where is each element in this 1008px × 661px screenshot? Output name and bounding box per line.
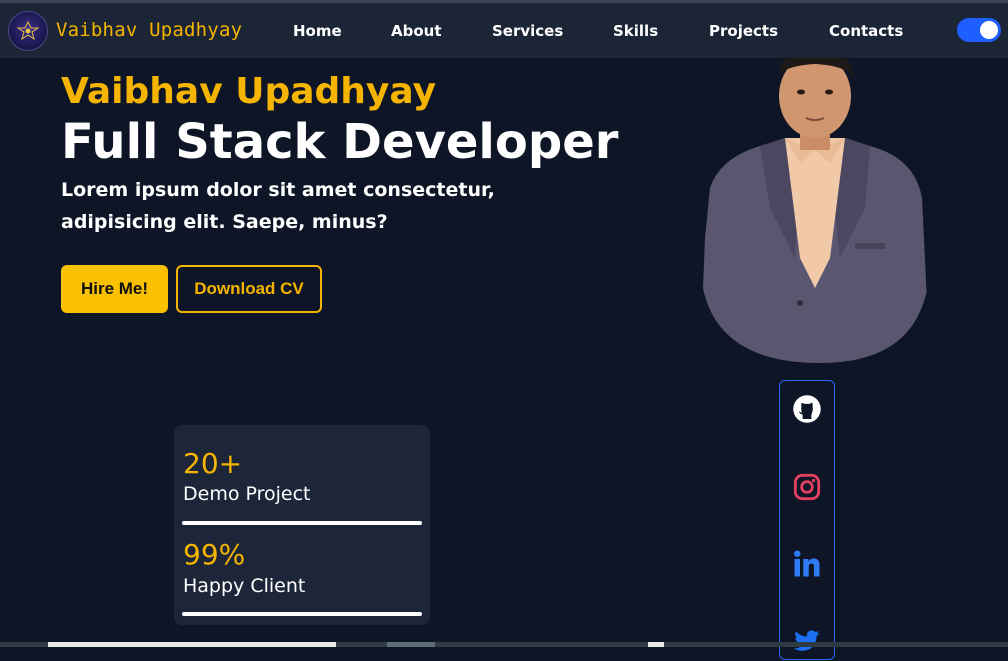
stat-divider <box>182 521 422 525</box>
brand-name[interactable]: Vaibhav Upadhyay <box>56 19 242 41</box>
bottom-strip <box>0 642 1008 647</box>
stat-label: Happy Client <box>183 575 306 597</box>
nav-projects[interactable]: Projects <box>709 22 778 40</box>
theme-toggle[interactable] <box>957 18 1001 42</box>
twitter-icon[interactable] <box>780 621 834 661</box>
stat-divider <box>182 612 422 616</box>
toggle-knob <box>980 21 998 39</box>
download-cv-button[interactable]: Download CV <box>176 265 322 313</box>
profile-photo <box>700 58 930 363</box>
linkedin-icon[interactable] <box>780 544 834 584</box>
emblem-logo-icon[interactable] <box>8 11 48 51</box>
stat-label: Demo Project <box>183 483 311 505</box>
stats-card: 20+ Demo Project 99% Happy Client <box>174 425 430 625</box>
stat-value: 99% <box>183 538 246 571</box>
navbar: Vaibhav Upadhyay Home About Services Ski… <box>0 3 1008 58</box>
hero-name: Vaibhav Upadhyay <box>61 71 437 112</box>
instagram-icon[interactable] <box>780 467 834 507</box>
nav-contacts[interactable]: Contacts <box>829 22 903 40</box>
nav-services[interactable]: Services <box>492 22 563 40</box>
hero-title: Full Stack Developer <box>61 114 619 170</box>
stat-value: 20+ <box>183 447 243 480</box>
nav-home[interactable]: Home <box>293 22 342 40</box>
hero-description: Lorem ipsum dolor sit amet consectetur, … <box>61 179 495 233</box>
hire-me-button[interactable]: Hire Me! <box>61 265 168 313</box>
social-links <box>779 380 835 660</box>
nav-about[interactable]: About <box>391 22 442 40</box>
nav-skills[interactable]: Skills <box>613 22 658 40</box>
github-icon[interactable] <box>780 389 834 429</box>
